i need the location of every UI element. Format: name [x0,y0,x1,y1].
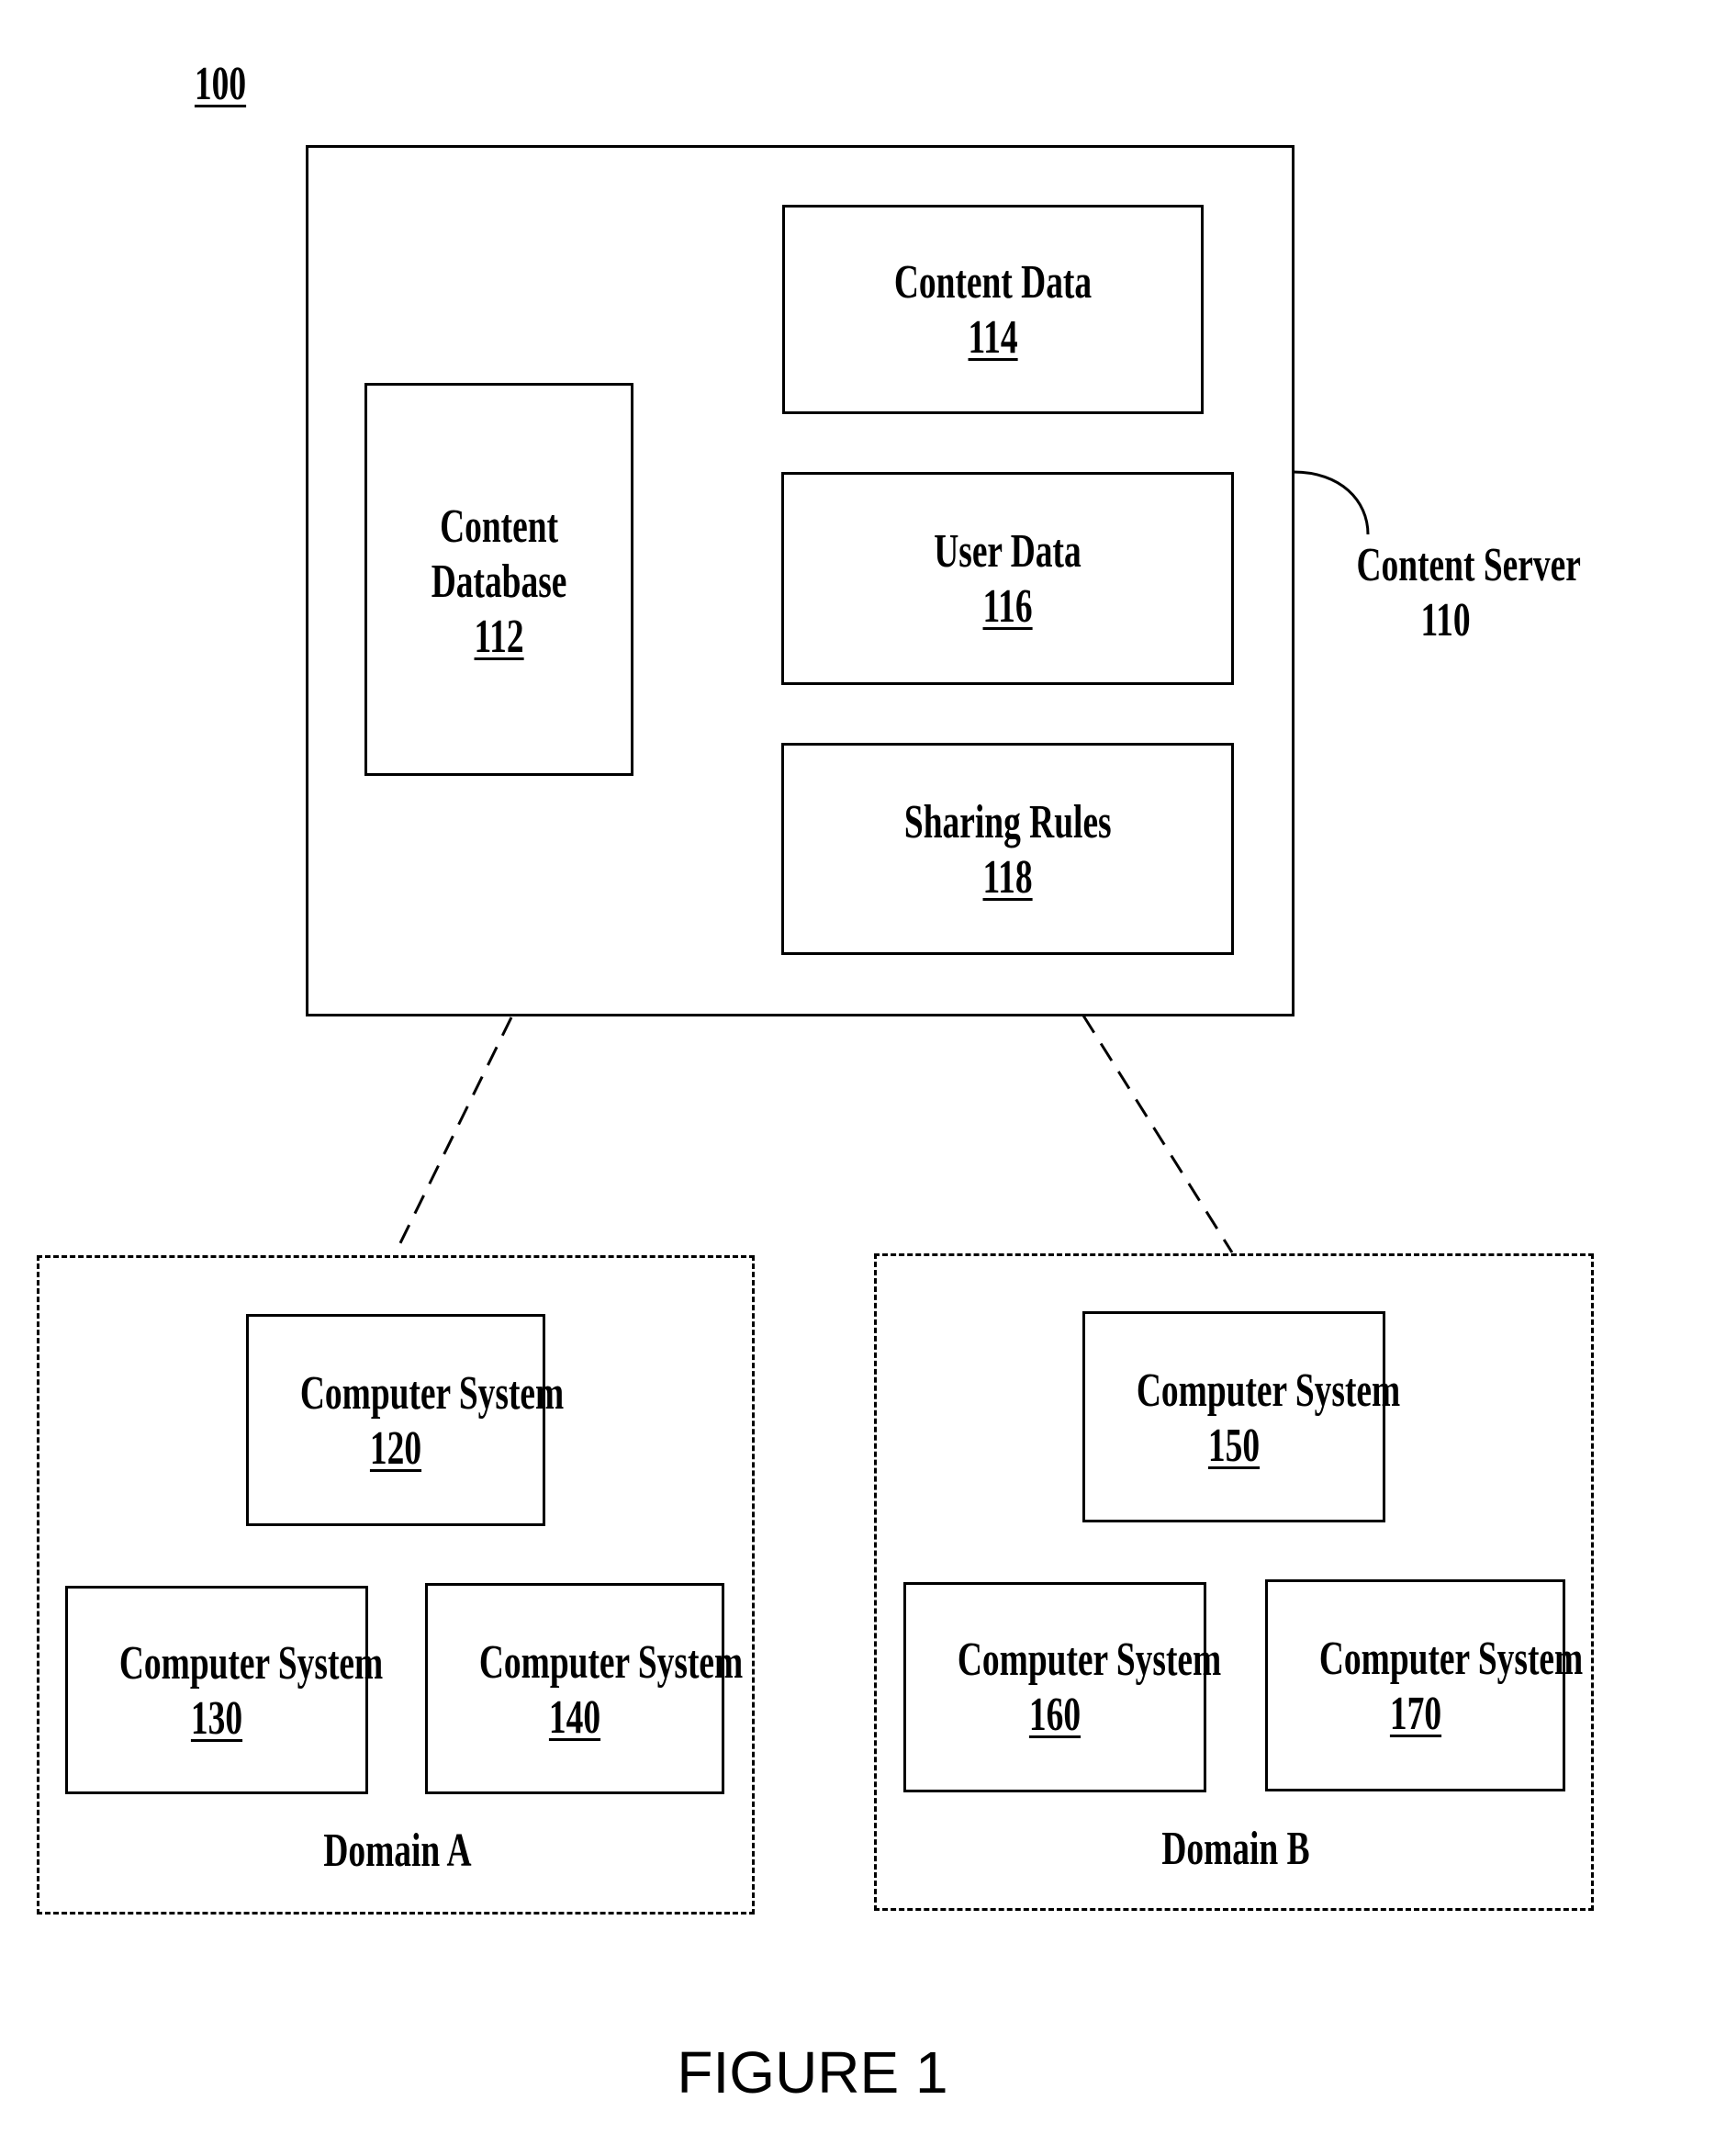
computer-system-120-label: Computer System 120 [299,1367,565,1475]
sharing-rules-box: Sharing Rules 118 [781,743,1234,955]
domain-a-label: Domain A [323,1825,472,1877]
content-data-label: Content Data 114 [893,256,1093,364]
user-data-label: User Data 116 [934,525,1082,633]
computer-system-170-label: Computer System 170 [1318,1633,1584,1740]
computer-system-150-label: Computer System 150 [1136,1364,1401,1472]
computer-system-160-box: Computer System 160 [903,1582,1222,1792]
figure-caption: FIGURE 1 [677,2039,948,2105]
content-server-leader-line [1293,470,1370,535]
computer-system-140-box: Computer System 140 [425,1583,744,1794]
computer-system-130-label: Computer System 130 [118,1637,384,1745]
link-server-domain-a [393,1016,513,1255]
content-data-box: Content Data 114 [782,205,1204,414]
figure-reference: 100 [194,58,247,110]
computer-system-150-box: Computer System 150 [1082,1311,1401,1522]
computer-system-120-box: Computer System 120 [246,1314,565,1526]
computer-system-160-label: Computer System 160 [957,1634,1222,1741]
user-data-box: User Data 116 [781,472,1234,685]
computer-system-170-box: Computer System 170 [1265,1579,1584,1791]
domain-b-label: Domain B [1161,1823,1310,1875]
link-server-domain-b [1082,1015,1234,1253]
computer-system-140-label: Computer System 140 [478,1636,744,1744]
content-database-label: Content Database 112 [431,500,567,663]
content-server-label: Content Server 110 [1356,539,1581,646]
sharing-rules-label: Sharing Rules 118 [903,796,1112,904]
computer-system-130-box: Computer System 130 [65,1586,384,1794]
content-database-box: Content Database 112 [364,383,633,776]
